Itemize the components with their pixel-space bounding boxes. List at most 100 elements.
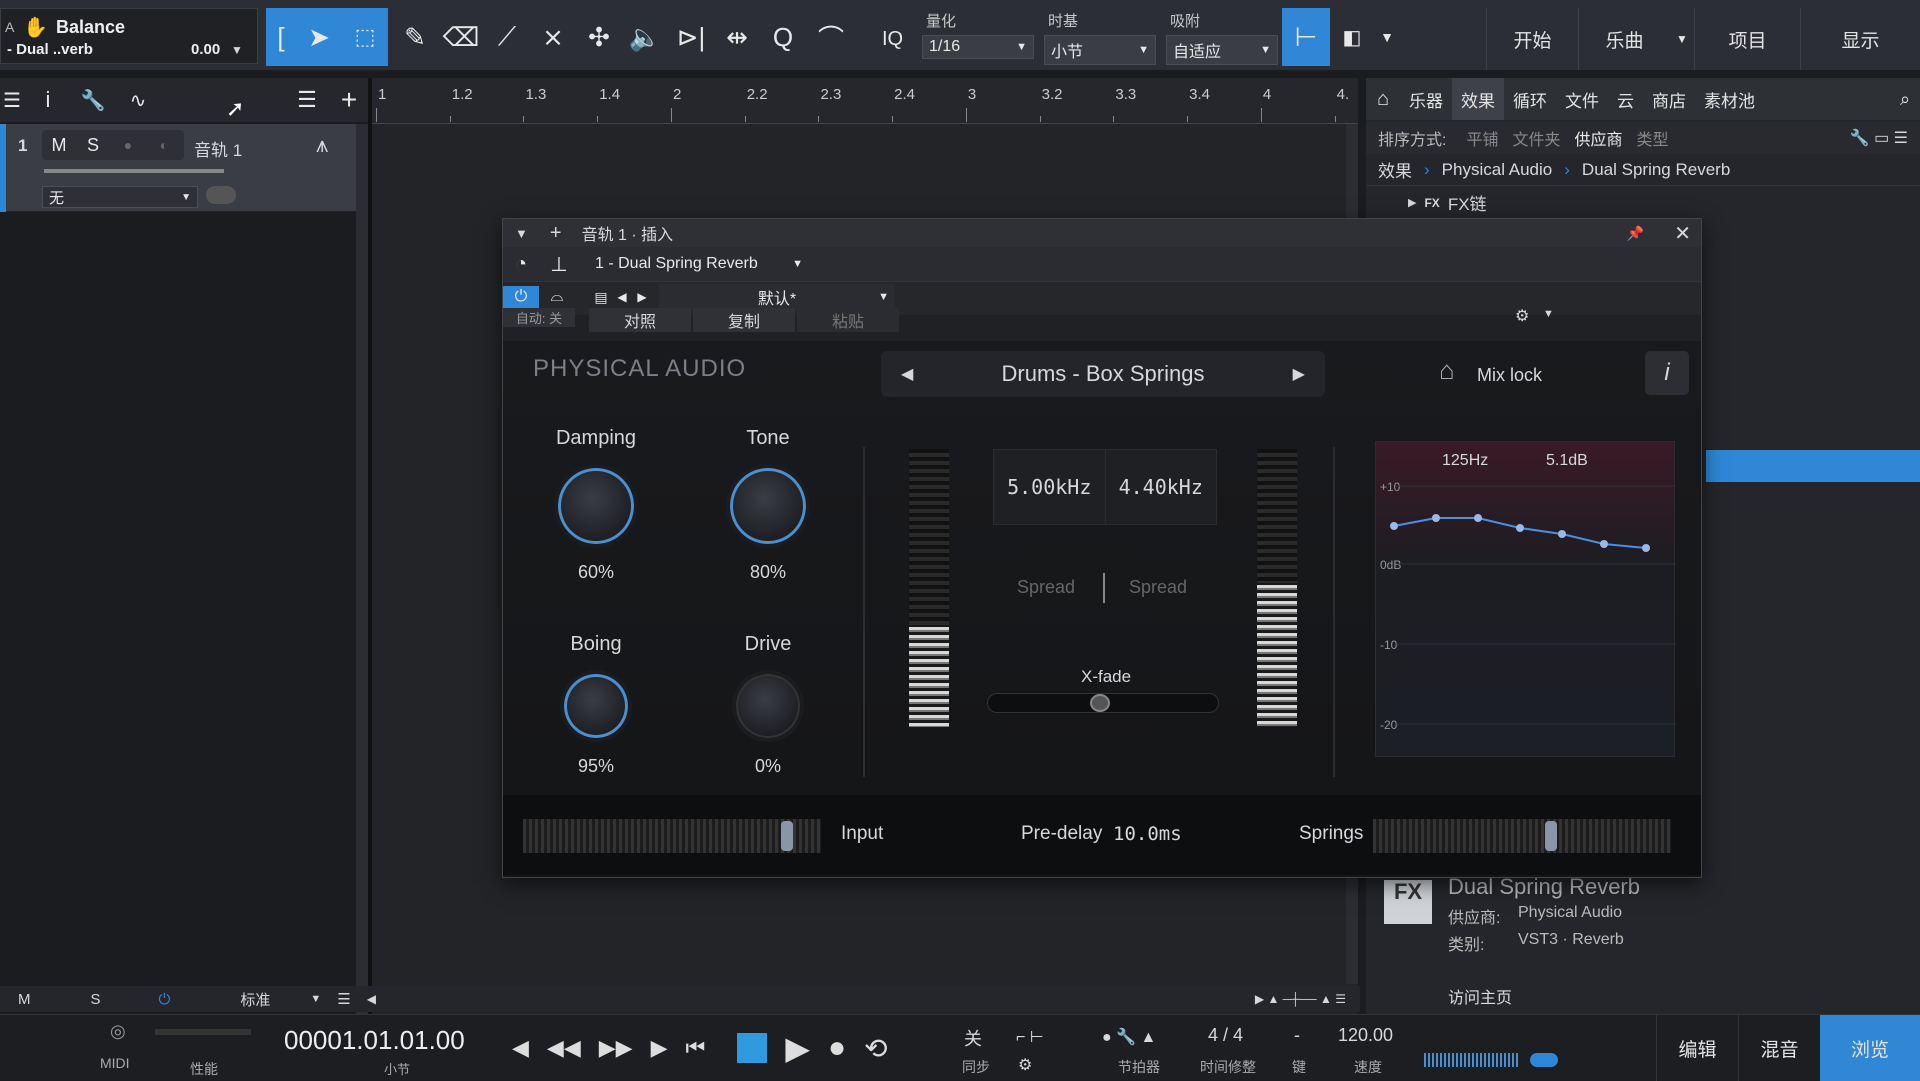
nav-project[interactable]: 项目 (1694, 8, 1800, 70)
close-icon[interactable]: ✕ (1674, 221, 1691, 246)
mute-all-button[interactable]: M (18, 991, 31, 1008)
tab-shop[interactable]: 商店 (1643, 87, 1695, 112)
spread-left[interactable]: Spread (1017, 577, 1075, 598)
metronome-icons[interactable]: ● 🔧 ▲ (1102, 1027, 1156, 1047)
mute-tool-icon[interactable]: ⨯ (530, 8, 576, 66)
list-icon[interactable]: ☰ (292, 78, 322, 122)
crumb-plugin[interactable]: Dual Spring Reverb (1582, 160, 1730, 180)
plugin-slot-select[interactable]: 1 - Dual Spring Reverb ▼ (589, 250, 809, 278)
pencil-icon[interactable]: ✎ (392, 8, 438, 66)
view-edit[interactable]: 编辑 (1656, 1015, 1738, 1081)
quantize-select[interactable]: 1/16 ▼ (922, 35, 1034, 59)
chevron-down-icon[interactable]: ▼ (1670, 8, 1694, 70)
preset-select[interactable]: 默认* ▼ (659, 284, 895, 310)
predelay-value[interactable]: 10.0ms (1113, 823, 1182, 845)
visit-homepage-link[interactable]: 访问主页 (1448, 984, 1512, 1008)
lock-icon[interactable]: ⌂ (1439, 355, 1455, 386)
fader-thumb[interactable] (1545, 821, 1557, 851)
track-volume-bar[interactable] (44, 169, 224, 173)
nav-show[interactable]: 显示 (1800, 8, 1920, 70)
record-button-icon[interactable]: ● (828, 1031, 846, 1065)
list-icon[interactable]: ☰ (337, 990, 350, 1008)
time-display[interactable]: 00001.01.01.00 (284, 1025, 465, 1056)
bracket-icon[interactable]: [ (266, 8, 296, 66)
nudge-icon[interactable]: ⇹ (714, 8, 760, 66)
mix-lock-label[interactable]: Mix lock (1477, 365, 1542, 386)
compare-icon[interactable]: ⌓ (539, 286, 575, 308)
tab-cloud[interactable]: 云 (1608, 87, 1643, 112)
pin-icon[interactable]: 📌 (1627, 225, 1644, 242)
return-start-icon[interactable]: ⏮ (686, 1035, 706, 1061)
view-browse[interactable]: 浏览 (1820, 1015, 1920, 1081)
split-view-icon[interactable]: ◧ (1334, 8, 1370, 66)
prev-icon[interactable]: ◀ (901, 364, 913, 384)
zoom-icon[interactable]: Q (760, 8, 806, 66)
xfade-slider[interactable] (987, 693, 1219, 713)
preset-name[interactable]: Drums - Box Springs (1002, 361, 1205, 387)
monitor-icon[interactable]: ◐ (146, 130, 182, 160)
gear-icon[interactable]: ⚙ (1515, 306, 1529, 326)
boing-knob[interactable] (560, 670, 632, 742)
eq-display[interactable]: 125Hz 5.1dB +10 0dB -10 -20 (1375, 441, 1676, 757)
tab-loops[interactable]: 循环 (1504, 87, 1556, 112)
auto-label[interactable]: 自动: 关 (503, 308, 575, 327)
tab-files[interactable]: 文件 (1556, 87, 1608, 112)
sync-value[interactable]: 关 (964, 1025, 982, 1051)
track-row[interactable]: 1 M S ● ◐ 音轨 1 ⩚ 无 ▼ (0, 124, 356, 212)
power-icon[interactable]: ⏻ (503, 286, 539, 308)
next-icon[interactable]: ▶ (1293, 364, 1305, 384)
add-track-icon[interactable]: + (334, 78, 364, 122)
paint-icon[interactable]: ⟋ (484, 8, 530, 66)
chevron-down-icon[interactable]: ▼ (310, 993, 321, 1005)
tab-effects[interactable]: 效果 (1452, 78, 1504, 120)
chevron-down-icon[interactable]: ▼ (231, 43, 243, 57)
sort-vendor[interactable]: 供应商 (1574, 126, 1622, 150)
fast-rewind-icon[interactable]: ◀◀ (547, 1035, 581, 1061)
crumb-effects[interactable]: 效果 (1378, 157, 1412, 182)
toggle-switch[interactable] (206, 186, 236, 204)
range-tool-icon[interactable]: ⬚ (342, 8, 388, 66)
info-button[interactable]: i (1645, 351, 1689, 395)
solo-button[interactable]: S (76, 130, 110, 160)
scroll-left-icon[interactable]: ◀ (367, 992, 376, 1006)
sort-type[interactable]: 类型 (1637, 126, 1669, 150)
split-icon[interactable]: ⊳| (668, 8, 714, 66)
play-icon[interactable]: ▶ (785, 1029, 810, 1067)
stop-button[interactable] (737, 1033, 768, 1063)
timebase-select[interactable]: 小节 ▼ (1044, 35, 1156, 65)
copy-button[interactable]: 复制 (693, 308, 795, 332)
spread-right[interactable]: Spread (1129, 577, 1187, 598)
add-icon[interactable]: + (550, 222, 562, 245)
tab-instruments[interactable]: 乐器 (1400, 87, 1452, 112)
track-input-select[interactable]: 无 ▼ (42, 186, 198, 208)
preset-list-icon[interactable]: ▤ (591, 286, 611, 308)
tone-knob[interactable] (726, 464, 810, 548)
paste-button[interactable]: 粘贴 (797, 308, 899, 332)
prev-preset-icon[interactable]: ◀ (613, 286, 631, 308)
power-icon[interactable]: ⏻ (159, 991, 171, 1008)
track-list-scrollbar[interactable] (356, 124, 368, 1024)
waveform-icon[interactable]: ⩚ (316, 132, 328, 158)
automation-curve-icon[interactable]: ∿ (118, 78, 158, 122)
home-icon[interactable]: ⌂ (1366, 88, 1400, 111)
rewind-icon[interactable]: ◀ (512, 1035, 529, 1061)
time-format-label[interactable]: 小节 (384, 1059, 410, 1078)
freq-right[interactable]: 4.40kHz (1106, 450, 1217, 524)
toggle-switch[interactable] (1530, 1053, 1558, 1067)
sort-flat[interactable]: 平铺 (1466, 126, 1498, 150)
tab-pool[interactable]: 素材池 (1695, 87, 1764, 112)
fader-thumb[interactable] (781, 821, 793, 851)
menu-icon[interactable]: ☰ (0, 78, 24, 122)
view-mix[interactable]: 混音 (1738, 1015, 1820, 1081)
loop-tool-icon[interactable]: ⌒ (806, 8, 856, 66)
next-preset-icon[interactable]: ▶ (633, 286, 651, 308)
solo-all-button[interactable]: S (91, 991, 101, 1008)
chevron-down-icon[interactable]: ▼ (1543, 308, 1554, 320)
time-signature[interactable]: 4 / 4 (1208, 1025, 1243, 1046)
damping-knob[interactable] (554, 464, 638, 548)
settings-icons[interactable]: 🔧 ▭ ☰ (1850, 128, 1908, 148)
info-icon[interactable]: i (36, 78, 60, 122)
iq-button[interactable]: IQ (882, 28, 903, 51)
eraser-icon[interactable]: ⌫ (438, 8, 484, 66)
freq-left[interactable]: 5.00kHz (994, 450, 1106, 524)
